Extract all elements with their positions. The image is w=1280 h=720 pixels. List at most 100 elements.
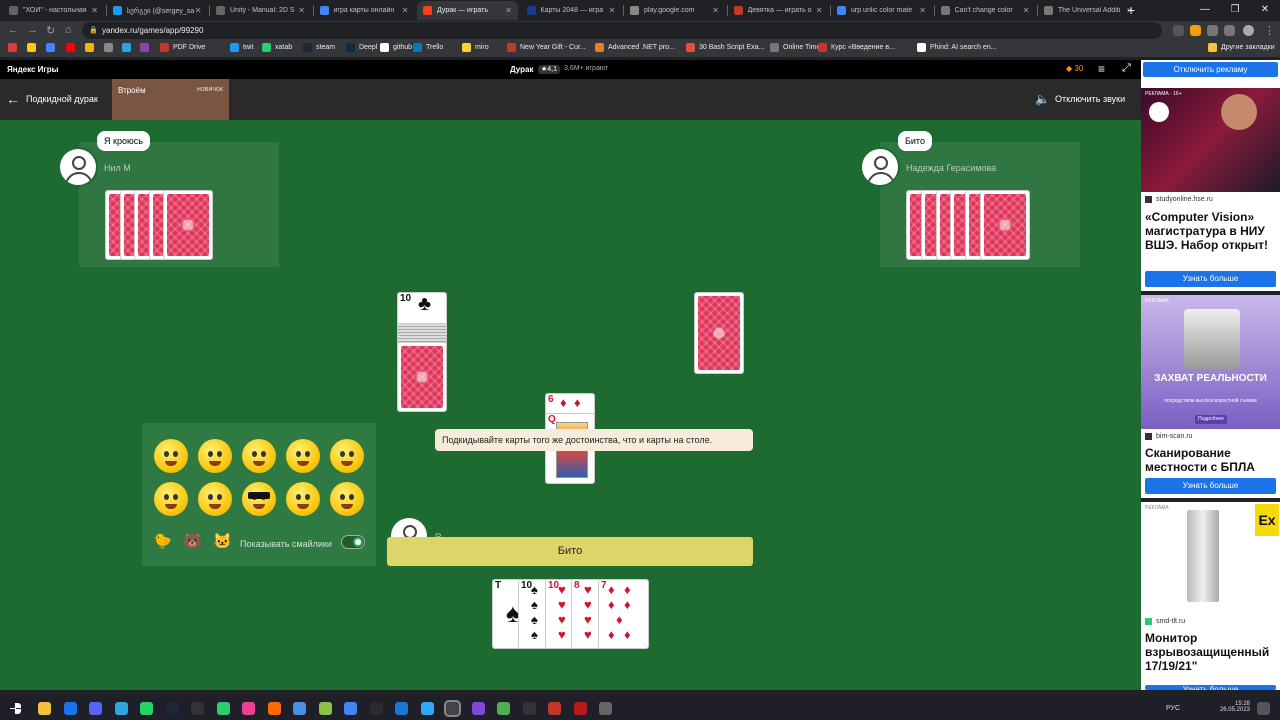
taskbar-app-icon[interactable] — [369, 702, 383, 715]
coins-counter[interactable]: ◆ 30 — [1066, 64, 1083, 73]
bookmark-item[interactable] — [66, 43, 79, 52]
ad3-button[interactable]: Узнать больше — [1145, 685, 1276, 690]
tab-close-icon[interactable]: ✕ — [91, 6, 98, 15]
bookmark-item[interactable] — [122, 43, 135, 52]
ad2-title[interactable]: Сканирование местности с БПЛА — [1145, 446, 1277, 474]
ad2-image[interactable]: РЕКЛАМА ЗАХВАТ РЕАЛЬНОСТИ посредством вы… — [1141, 295, 1280, 429]
start-icon[interactable] — [10, 703, 21, 714]
extension-icon[interactable] — [1173, 25, 1184, 36]
ad3-title[interactable]: Монитор взрывозащищенный 17/19/21" — [1145, 631, 1277, 673]
taskbar-app-icon[interactable] — [573, 702, 587, 715]
ad3-image[interactable]: РЕКЛАМА Ex — [1141, 502, 1280, 618]
browser-tab[interactable]: urp unlic color mate ✕ — [831, 1, 932, 20]
taskbar-app-icon[interactable] — [344, 702, 357, 715]
browser-tab[interactable]: "ХОЙ" - настольная ✕ — [3, 1, 104, 20]
minimize-icon[interactable]: — — [1190, 0, 1220, 21]
taskbar-app-icon[interactable] — [114, 702, 128, 715]
browser-tab[interactable]: Can't change color ✕ — [935, 1, 1036, 20]
tab-close-icon[interactable]: ✕ — [712, 6, 719, 15]
taskbar-app-icon[interactable] — [140, 702, 153, 715]
tab-close-icon[interactable]: ✕ — [609, 6, 616, 15]
bookmark-item[interactable] — [27, 43, 40, 52]
browser-tab[interactable]: Девятка — играть о ✕ — [728, 1, 829, 20]
tab-close-icon[interactable]: ✕ — [402, 6, 409, 15]
taskbar-app-icon[interactable] — [89, 702, 102, 715]
bookmark-item[interactable]: Курс «Введение в... — [818, 43, 895, 52]
home-icon[interactable]: ⌂ — [65, 24, 72, 36]
emoji-reaction-icon[interactable] — [242, 482, 276, 516]
cat-emoji-icon[interactable]: 🐱 — [213, 532, 232, 550]
metamask-icon[interactable] — [1190, 25, 1201, 36]
bookmark-item[interactable]: Online Timer — [770, 43, 823, 52]
bookmark-item[interactable] — [140, 43, 153, 52]
tab-close-icon[interactable]: ✕ — [195, 6, 202, 15]
browser-tab[interactable]: play.google.com ✕ — [624, 1, 725, 20]
notifications-icon[interactable] — [1257, 702, 1270, 715]
taskbar-app-icon[interactable] — [420, 702, 434, 715]
taskbar-app-icon[interactable] — [165, 702, 179, 715]
puzzle-icon[interactable] — [1207, 25, 1218, 36]
fullscreen-icon[interactable]: ⤢ — [1122, 62, 1131, 75]
bookmark-item[interactable] — [104, 43, 117, 52]
ad1-title[interactable]: «Computer Vision» магистратура в НИУ ВШЭ… — [1145, 210, 1277, 252]
bookmark-item[interactable]: Deepl — [346, 43, 377, 52]
tab-close-icon[interactable]: ✕ — [505, 6, 512, 15]
emoji-reaction-icon[interactable] — [198, 482, 232, 516]
reload-icon[interactable]: ↻ — [46, 24, 55, 37]
mode-tab[interactable]: Втроём новичок — [112, 79, 229, 120]
more-icon[interactable]: ⋮ — [1264, 24, 1275, 37]
yandex-games-logo[interactable]: Яндекс Игры — [7, 65, 58, 74]
deck-card-back[interactable] — [397, 342, 447, 412]
chick-emoji-icon[interactable]: 🐤 — [153, 532, 172, 550]
taskbar-app-icon[interactable] — [471, 702, 485, 715]
browser-tab[interactable]: игра карты онлайн ✕ — [314, 1, 415, 20]
emoji-reaction-icon[interactable] — [198, 439, 232, 473]
taskbar-app-icon[interactable] — [63, 702, 77, 715]
restore-icon[interactable]: ❐ — [1220, 0, 1250, 21]
browser-tab[interactable]: სერგეი (@sergey_sa ✕ — [107, 1, 208, 20]
clock[interactable]: 15:28 26.05.2023 — [1220, 701, 1250, 713]
ad1-image[interactable]: РЕКЛАМА · 16+ — [1141, 88, 1280, 192]
ad1-domain[interactable]: studyonline.hse.ru — [1145, 196, 1213, 203]
bookmark-item[interactable]: twit — [230, 43, 254, 52]
ad3-domain[interactable]: smd-tlt.ru — [1145, 618, 1185, 625]
emoji-reaction-icon[interactable] — [154, 439, 188, 473]
sidebar-icon[interactable] — [1224, 25, 1235, 36]
taskbar-app-icon[interactable] — [395, 702, 408, 715]
bookmark-item[interactable]: github — [380, 43, 412, 52]
taskbar-app-icon[interactable] — [444, 700, 461, 717]
emoji-reaction-icon[interactable] — [286, 482, 320, 516]
browser-tab[interactable]: Дурак — играть ✕ — [417, 1, 518, 20]
ad2-button[interactable]: Узнать больше — [1145, 478, 1276, 494]
emoji-reaction-icon[interactable] — [286, 439, 320, 473]
show-emoji-toggle[interactable] — [341, 535, 365, 549]
bookmark-item[interactable]: miro — [462, 43, 489, 52]
taskbar-app-icon[interactable] — [522, 702, 536, 715]
bookmark-item[interactable] — [46, 43, 59, 52]
disable-ads-button[interactable]: Отключить рекламу — [1143, 62, 1278, 77]
tab-close-icon[interactable]: ✕ — [1023, 6, 1030, 15]
taskbar-app-icon[interactable] — [216, 702, 230, 715]
tab-close-icon[interactable]: ✕ — [298, 6, 305, 15]
taskbar-app-icon[interactable] — [191, 702, 204, 715]
new-tab-button[interactable]: + — [1127, 2, 1135, 18]
back-arrow-icon[interactable]: ← — [6, 91, 20, 107]
url-input[interactable]: 🔒 yandex.ru/games/app/99290 — [82, 22, 1162, 39]
ad1-button[interactable]: Узнать больше — [1145, 271, 1276, 287]
taskbar-app-icon[interactable] — [497, 702, 510, 715]
close-icon[interactable]: ✕ — [1250, 0, 1280, 21]
taskbar-app-icon[interactable] — [242, 702, 255, 715]
taskbar-app-icon[interactable] — [293, 702, 306, 715]
bookmark-item[interactable] — [8, 43, 21, 52]
browser-tab[interactable]: Unity - Manual: 2D S ✕ — [210, 1, 311, 20]
tab-close-icon[interactable]: ✕ — [816, 6, 823, 15]
back-arrow-icon[interactable]: ← — [8, 24, 19, 36]
profile-avatar[interactable] — [1243, 25, 1254, 36]
tab-close-icon[interactable]: ✕ — [919, 6, 926, 15]
bookmark-item[interactable]: steam — [303, 43, 335, 52]
emoji-reaction-icon[interactable] — [242, 439, 276, 473]
taskbar-app-icon[interactable] — [548, 702, 561, 715]
browser-tab[interactable]: Карты 2048 — игра ✕ — [521, 1, 622, 20]
mute-sound-button[interactable]: 🔈 Отключить звуки — [1035, 92, 1125, 106]
bookmark-item[interactable]: New Year Gift - Cur... — [507, 43, 586, 52]
